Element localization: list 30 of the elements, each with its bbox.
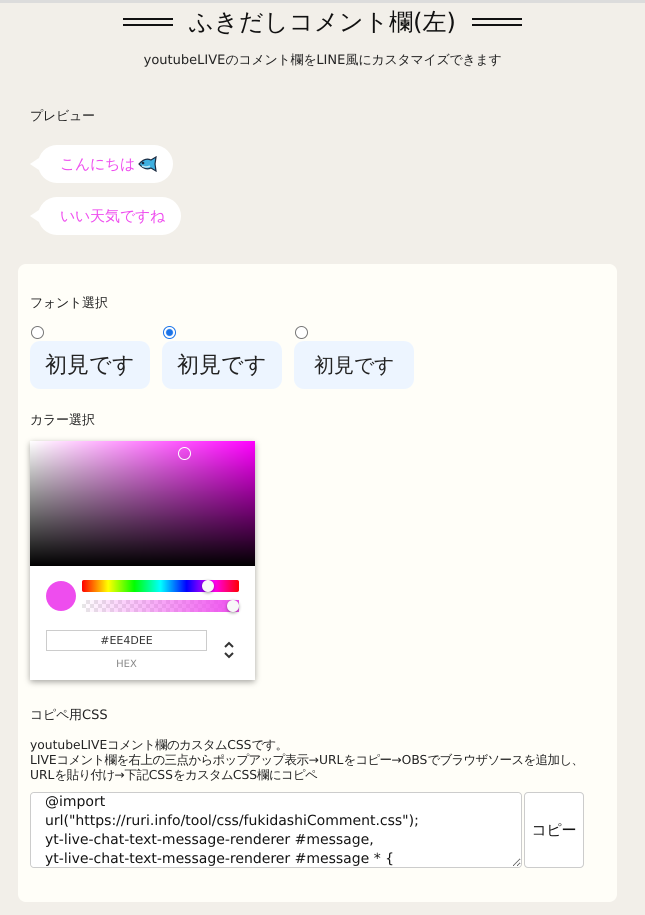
description-text: LIVEコメント欄を右上の三点からポップアップ表示→URLをコピー→OBSでブラウザソースを追加し、URLを貼り付け→下記CSSをカスタムCSS欄にコピペ (30, 753, 584, 783)
section-label: コピペ用CSS (30, 707, 109, 724)
section-label: カラー選択 (30, 412, 96, 429)
format-label: HEX (116, 659, 137, 670)
slider-thumb[interactable] (202, 580, 214, 592)
slider-thumb[interactable] (227, 600, 239, 612)
font-sample[interactable]: 初見です (294, 341, 414, 389)
radio-button[interactable] (163, 326, 176, 339)
hue-slider[interactable] (82, 580, 239, 592)
radio-button[interactable] (295, 326, 308, 339)
double-line (123, 17, 174, 27)
up-down-icon[interactable] (223, 640, 235, 660)
alpha-slider[interactable] (82, 600, 239, 612)
font-sample[interactable]: 初見です (162, 341, 282, 389)
double-line (472, 17, 522, 27)
description-text: youtubeLIVEコメント欄のカスタムCSSです。 (30, 738, 288, 753)
css-textarea[interactable]: @import url("https://ruri.info/tool/css/fukidashiComment.css"); yt-live-chat-text-message-renderer #message, yt-live-chat-text-message-renderer #message * { (30, 792, 522, 868)
subtitle: youtubeLIVEのコメント欄をLINE風にカスタマイズできます (142, 52, 502, 69)
bubble-text: こんにちは (60, 154, 135, 174)
fish-icon (137, 156, 157, 172)
section-label: フォント選択 (30, 295, 109, 312)
bubble-text: いい天気ですね (60, 206, 165, 226)
radio-button[interactable] (31, 326, 44, 339)
hex-field[interactable]: #EE4DEE (46, 630, 207, 651)
page-title: ふきだしコメント欄(左) (189, 7, 456, 38)
copy-button[interactable]: コピー (524, 792, 584, 868)
picker-handle[interactable] (178, 447, 191, 460)
font-sample[interactable]: 初見です (30, 341, 150, 389)
saturation-area[interactable] (30, 441, 255, 566)
section-label: プレビュー (30, 108, 96, 125)
